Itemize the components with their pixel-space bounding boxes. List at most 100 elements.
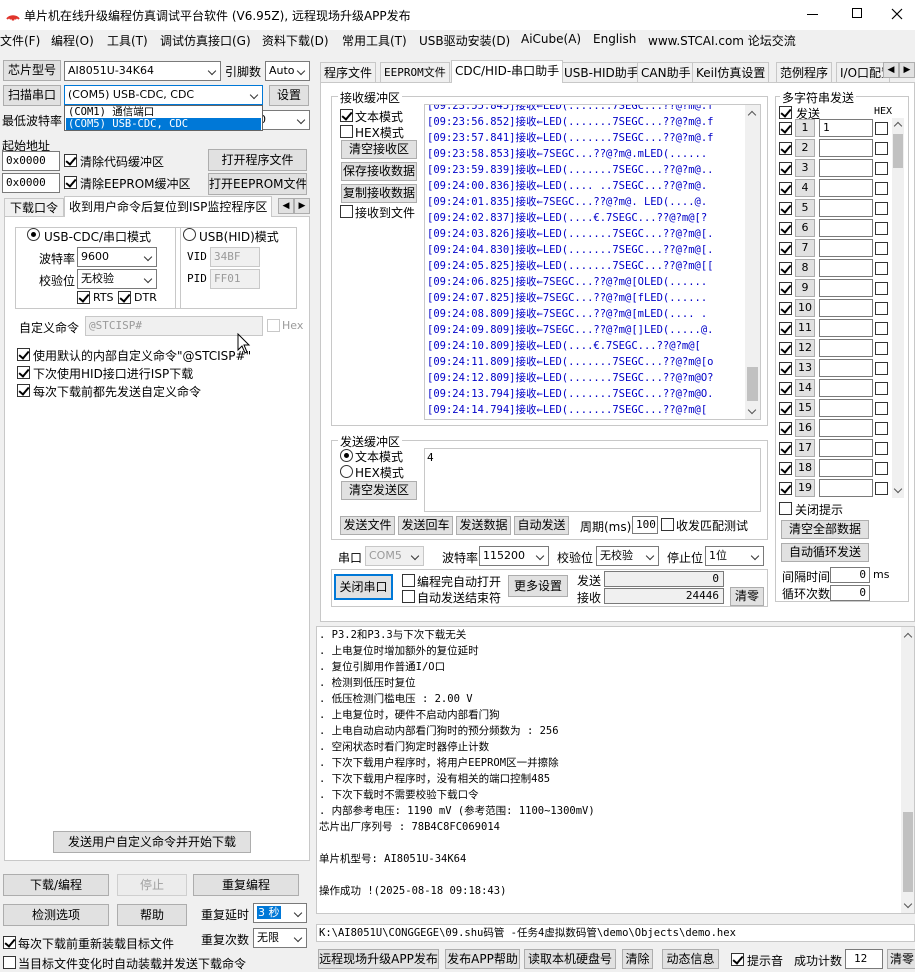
tab-io-config[interactable]: I/O口配置	[836, 62, 890, 82]
reload-target-checkbox[interactable]	[3, 936, 16, 949]
multi-row-hex-checkbox[interactable]	[875, 462, 888, 475]
multi-row-send-button[interactable]: 5	[795, 199, 815, 217]
pin-count-select[interactable]: Auto	[265, 61, 310, 81]
remote-upgrade-button[interactable]: 远程现场升级APP发布	[318, 949, 439, 969]
recv-hex-mode-checkbox[interactable]	[340, 125, 353, 138]
loop-count-input[interactable]: 0	[830, 585, 870, 601]
log-output[interactable]: . P3.2和P3.3与下次下载无关 . 上电复位时增加额外的复位延时 . 复位…	[316, 626, 915, 914]
multi-row-input[interactable]	[819, 299, 873, 317]
multi-row-hex-checkbox[interactable]	[875, 362, 888, 375]
tab-eeprom-file[interactable]: EEPROM文件	[380, 62, 450, 82]
multi-row-checkbox[interactable]	[779, 162, 792, 175]
port-select-serial[interactable]: COM5	[365, 546, 424, 566]
port-settings-button[interactable]: 设置	[269, 85, 309, 106]
open-program-button[interactable]: 打开程序文件	[208, 149, 307, 171]
clear-send-button[interactable]: 清空发送区	[341, 481, 417, 500]
multi-row-hex-checkbox[interactable]	[875, 442, 888, 455]
multi-row-hex-checkbox[interactable]	[875, 162, 888, 175]
send-data-button[interactable]: 发送数据	[456, 516, 511, 535]
multi-row-hex-checkbox[interactable]	[875, 482, 888, 495]
multi-row-checkbox[interactable]	[779, 402, 792, 415]
chip-model-select[interactable]: AI8051U-34K64	[64, 61, 221, 81]
dynamic-info-button[interactable]: 动态信息	[662, 949, 719, 969]
help-button[interactable]: 帮助	[117, 904, 187, 926]
menu-common-tools[interactable]: 常用工具(T)	[342, 32, 407, 49]
multi-row-input[interactable]	[819, 159, 873, 177]
multi-row-hex-checkbox[interactable]	[875, 142, 888, 155]
vid-input[interactable]: 34BF	[210, 247, 260, 267]
hex-checkbox[interactable]	[267, 319, 280, 332]
match-test-checkbox[interactable]	[661, 518, 674, 531]
multi-row-checkbox[interactable]	[779, 302, 792, 315]
repeat-count-select[interactable]: 无限	[253, 928, 307, 948]
multi-row-input[interactable]	[819, 339, 873, 357]
multi-row-input[interactable]	[819, 179, 873, 197]
auto-loop-send-button[interactable]: 自动循环发送	[781, 543, 869, 562]
multi-row-checkbox[interactable]	[779, 462, 792, 475]
menu-file[interactable]: 文件(F)	[0, 32, 40, 49]
send-file-button[interactable]: 发送文件	[340, 516, 395, 535]
multi-row-send-button[interactable]: 2	[795, 139, 815, 157]
tab-examples[interactable]: 范例程序	[776, 62, 833, 82]
multi-row-input[interactable]	[819, 279, 873, 297]
hid-mode-radio[interactable]	[183, 228, 196, 241]
open-eeprom-button[interactable]: 打开EEPROM文件	[208, 173, 307, 195]
send-cmd-before-checkbox[interactable]	[17, 384, 30, 397]
multi-row-checkbox[interactable]	[779, 422, 792, 435]
minimize-button[interactable]	[794, 0, 834, 30]
multi-row-hex-checkbox[interactable]	[875, 302, 888, 315]
tab-download-password[interactable]: 下载口令	[4, 198, 65, 217]
left-tab-scroll-right[interactable]: ▶	[294, 198, 310, 214]
clear-all-data-button[interactable]: 清空全部数据	[781, 520, 869, 539]
menu-program[interactable]: 编程(O)	[51, 32, 94, 49]
log-scrollbar[interactable]	[901, 627, 914, 913]
stop-button[interactable]: 停止	[117, 874, 187, 896]
send-textarea[interactable]: 4	[424, 448, 761, 512]
multi-row-hex-checkbox[interactable]	[875, 182, 888, 195]
tab-program-file[interactable]: 程序文件	[320, 62, 377, 82]
multi-row-send-button[interactable]: 16	[795, 419, 815, 437]
tab-reset-isp[interactable]: 收到用户命令后复位到ISP监控程序区	[64, 196, 273, 217]
clear-receive-button[interactable]: 清空接收区	[341, 140, 417, 159]
baud-rate-select[interactable]: 115200	[479, 546, 549, 566]
multi-row-input[interactable]	[819, 219, 873, 237]
multi-row-hex-checkbox[interactable]	[875, 322, 888, 335]
multi-row-input[interactable]	[819, 239, 873, 257]
pid-input[interactable]: FF01	[210, 269, 260, 289]
multi-row-send-button[interactable]: 15	[795, 399, 815, 417]
multi-row-input[interactable]	[819, 139, 873, 157]
code-address-input[interactable]: 0x0000	[2, 151, 60, 171]
cdc-mode-radio[interactable]	[27, 228, 40, 241]
dtr-checkbox[interactable]	[118, 291, 131, 304]
repeat-program-button[interactable]: 重复编程	[193, 874, 299, 896]
multi-row-input[interactable]	[819, 199, 873, 217]
multi-row-input[interactable]	[819, 459, 873, 477]
send-text-mode-radio[interactable]	[340, 449, 353, 462]
multi-row-checkbox[interactable]	[779, 442, 792, 455]
multi-row-input[interactable]	[819, 259, 873, 277]
multi-row-hex-checkbox[interactable]	[875, 402, 888, 415]
serial-parity-select[interactable]: 无校验	[596, 546, 659, 566]
multi-row-checkbox[interactable]	[779, 222, 792, 235]
multi-row-checkbox[interactable]	[779, 482, 792, 495]
auto-open-checkbox[interactable]	[402, 574, 415, 587]
menu-website[interactable]: www.STCAI.com 论坛交流	[648, 32, 796, 49]
multi-row-send-button[interactable]: 19	[795, 479, 815, 497]
multi-row-input[interactable]	[819, 439, 873, 457]
port-option-com5[interactable]: (COM5) USB-CDC, CDC	[66, 118, 261, 130]
multi-row-hex-checkbox[interactable]	[875, 242, 888, 255]
stop-bits-select[interactable]: 1位	[705, 546, 764, 566]
tab-keil-sim[interactable]: Keil仿真设置	[692, 62, 770, 82]
multi-row-hex-checkbox[interactable]	[875, 122, 888, 135]
menu-tools[interactable]: 工具(T)	[107, 32, 148, 49]
multi-row-checkbox[interactable]	[779, 142, 792, 155]
send-hex-mode-radio[interactable]	[340, 465, 353, 478]
multi-row-checkbox[interactable]	[779, 362, 792, 375]
left-tab-scroll-left[interactable]: ◀	[278, 198, 294, 214]
recv-to-file-checkbox[interactable]	[340, 205, 353, 218]
multi-row-hex-checkbox[interactable]	[875, 382, 888, 395]
multi-row-hex-checkbox[interactable]	[875, 262, 888, 275]
download-program-button[interactable]: 下载/编程	[3, 874, 109, 896]
send-cr-button[interactable]: 发送回车	[398, 516, 453, 535]
menu-debug[interactable]: 调试仿真接口(G)	[160, 32, 251, 49]
